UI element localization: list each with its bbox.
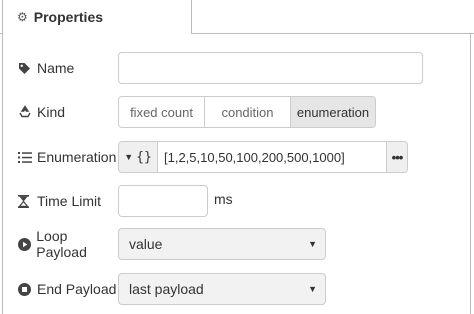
enumeration-label-wrap: Enumeration: [18, 149, 118, 165]
kind-option-fixed-count[interactable]: fixed count: [118, 96, 205, 128]
json-type-symbol: {}: [136, 149, 152, 165]
end-payload-label-wrap: End Payload: [18, 281, 118, 297]
expand-editor-button[interactable]: •••: [386, 142, 407, 172]
end-payload-select[interactable]: last payload ▼: [118, 273, 326, 305]
end-payload-value: last payload: [129, 281, 204, 297]
caret-down-icon: ▼: [308, 239, 317, 249]
loop-payload-label: Loop Payload: [36, 228, 87, 260]
time-limit-label: Time Limit: [37, 193, 102, 209]
kind-label: Kind: [37, 104, 66, 120]
tab-divider-right: [192, 33, 474, 34]
enumeration-type-select[interactable]: ▼ {}: [119, 142, 158, 172]
time-limit-row: Time Limit: [18, 191, 118, 211]
name-label: Name: [37, 60, 75, 76]
list-ol-icon: [18, 151, 34, 164]
enumeration-label: Enumeration: [37, 149, 117, 165]
loop-payload-value: value: [129, 236, 163, 252]
caret-down-icon: ▼: [124, 152, 134, 162]
panel-border-left: [2, 33, 3, 314]
kind-option-enumeration[interactable]: enumeration: [291, 96, 376, 128]
tab-properties-label: Properties: [33, 9, 104, 25]
kind-label-wrap: Kind: [18, 104, 118, 120]
enumeration-value[interactable]: [1,2,5,10,50,100,200,500,1000]: [158, 150, 386, 165]
name-row: Name: [18, 58, 118, 78]
panel-border-right: [470, 33, 471, 314]
enumeration-row: Enumeration: [18, 147, 118, 167]
end-payload-label: End Payload: [37, 281, 117, 297]
name-label-wrap: Name: [18, 60, 118, 76]
tag-icon: [18, 62, 34, 75]
tab-properties[interactable]: ⚙ Properties: [2, 0, 192, 34]
caret-down-icon: ▼: [308, 284, 317, 294]
recycle-icon: [18, 105, 34, 119]
gear-icon: ⚙: [17, 10, 28, 24]
kind-option-condition[interactable]: condition: [205, 96, 291, 128]
time-limit-unit: ms: [214, 191, 233, 207]
play-circle-icon: [18, 237, 33, 251]
end-payload-row: End Payload: [18, 279, 118, 299]
loop-payload-row: Loop Payload: [18, 228, 118, 260]
name-input[interactable]: [118, 52, 423, 84]
time-limit-label-wrap: Time Limit: [18, 193, 118, 209]
stop-circle-icon: [18, 282, 34, 296]
loop-payload-label-wrap: Loop Payload: [18, 228, 118, 260]
properties-panel: ⚙ Properties Name Kind fixed count condi…: [0, 0, 474, 314]
kind-button-group: fixed count condition enumeration: [118, 96, 376, 128]
enumeration-typed-input: ▼ {} [1,2,5,10,50,100,200,500,1000] •••: [118, 141, 408, 173]
kind-row: Kind: [18, 102, 118, 122]
loop-payload-select[interactable]: value ▼: [118, 228, 326, 260]
hourglass-icon: [18, 194, 34, 208]
time-limit-input[interactable]: [118, 185, 208, 217]
